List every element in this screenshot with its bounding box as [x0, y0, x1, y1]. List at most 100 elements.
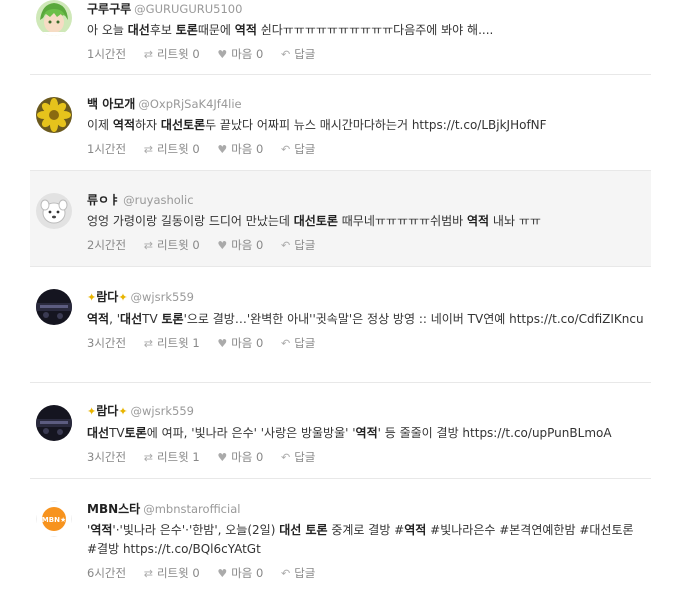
author-name[interactable]: MBN스타: [87, 502, 140, 516]
keyword-highlight: 역적: [355, 426, 378, 440]
tweet-item: 류ㅇㅑ @ruyasholic 엉엉 가령이랑 길동이랑 드디어 만났는데 대선토…: [30, 171, 651, 267]
tweet-text-segment: 아 오늘: [87, 23, 128, 37]
star-icon: ✦: [87, 291, 97, 304]
author-handle[interactable]: @ruyasholic: [123, 193, 193, 207]
star-icon: ✦: [87, 405, 97, 418]
reply-icon[interactable]: ↶: [281, 337, 290, 350]
tweet-text-segment: TV: [142, 312, 162, 326]
tweet-feed: 구루구루 @GURUGURU5100 아 오늘 대선후보 토론때문에 역적 쉰다ㅠ…: [0, 0, 680, 601]
retweet-button[interactable]: 리트윗 1: [157, 450, 200, 464]
reply-button[interactable]: 답글: [294, 336, 315, 350]
tweet-item: ✦람다✦ @wjsrk559 역적, '대선TV 토론'으로 결방…'완벽한 아내…: [30, 267, 651, 383]
heart-icon[interactable]: ♥: [217, 567, 227, 580]
reply-button[interactable]: 답글: [294, 566, 315, 580]
author-handle[interactable]: @mbnstarofficial: [143, 502, 240, 516]
white-dog-avatar[interactable]: [36, 193, 72, 229]
dark-stage-avatar[interactable]: [36, 289, 72, 325]
timestamp[interactable]: 2시간전: [87, 238, 126, 252]
retweet-button[interactable]: 리트윗 0: [157, 238, 200, 252]
tweet-actions: 1시간전 ⇄ 리트윗 0 ♥ 마음 0 ↶ 답글: [87, 46, 645, 62]
retweet-icon[interactable]: ⇄: [144, 337, 153, 350]
heart-icon[interactable]: ♥: [217, 337, 227, 350]
timestamp[interactable]: 6시간전: [87, 566, 126, 580]
retweet-icon[interactable]: ⇄: [144, 48, 153, 61]
keyword-highlight: 대선토론: [293, 214, 338, 228]
reply-icon[interactable]: ↶: [281, 451, 290, 464]
keyword-highlight: 대선토론: [160, 118, 206, 132]
keyword-highlight: 역적: [404, 523, 427, 537]
like-button[interactable]: 마음 0: [231, 238, 263, 252]
timestamp[interactable]: 3시간전: [87, 450, 126, 464]
tweet-text: 아 오늘 대선후보 토론때문에 역적 쉰다ㅠㅠㅠㅠㅠㅠㅠㅠㅠㅠ다음주에 봐야 해…: [87, 21, 645, 40]
author-handle[interactable]: @GURUGURU5100: [134, 2, 242, 16]
tweet-actions: 2시간전 ⇄ 리트윗 0 ♥ 마음 0 ↶ 답글: [87, 237, 645, 253]
tweet-text: 엉엉 가령이랑 길동이랑 드디어 만났는데 대선토론 때무네ㅠㅠㅠㅠㅠ쉬범바 역…: [87, 212, 645, 231]
tweet-text: 대선TV토론에 여파, '빛나라 은수' '사랑은 방울방울' '역적' 등 줄…: [87, 424, 645, 443]
tweet-text-segment: 내놔 ㅠㅠ: [489, 214, 541, 228]
keyword-highlight: 역적: [234, 23, 257, 37]
heart-icon[interactable]: ♥: [217, 48, 227, 61]
retweet-icon[interactable]: ⇄: [144, 239, 153, 252]
retweet-icon[interactable]: ⇄: [144, 567, 153, 580]
heart-icon[interactable]: ♥: [217, 143, 227, 156]
author-name[interactable]: 람다: [96, 404, 118, 418]
like-button[interactable]: 마음 0: [231, 142, 263, 156]
retweet-button[interactable]: 리트윗 0: [157, 566, 200, 580]
tweet-text-segment: 하자: [135, 118, 161, 132]
like-button[interactable]: 마음 0: [231, 47, 263, 61]
retweet-icon[interactable]: ⇄: [144, 451, 153, 464]
retweet-button[interactable]: 리트윗 0: [157, 142, 200, 156]
reply-button[interactable]: 답글: [294, 450, 315, 464]
tweet-text-segment: 이제: [87, 118, 113, 132]
keyword-highlight: 토론: [124, 426, 147, 440]
reply-icon[interactable]: ↶: [281, 239, 290, 252]
like-button[interactable]: 마음 0: [231, 450, 263, 464]
tweet-text-segment: 때문에: [197, 23, 235, 37]
reply-icon[interactable]: ↶: [281, 143, 290, 156]
tweet-text-segment: 엉엉 가령이랑 길동이랑 드디어 만났는데: [87, 214, 294, 228]
keyword-highlight: 토론: [161, 312, 184, 326]
tweet-text-segment: 때무네ㅠㅠㅠㅠㅠ쉬범바: [337, 214, 468, 228]
retweet-icon[interactable]: ⇄: [144, 143, 153, 156]
timestamp[interactable]: 3시간전: [87, 336, 126, 350]
author-handle[interactable]: @OxpRjSaK4Jf4lie: [138, 97, 241, 111]
tweet-item: 구루구루 @GURUGURU5100 아 오늘 대선후보 토론때문에 역적 쉰다ㅠ…: [30, 0, 651, 75]
tweet-text-segment: 에 여파, '빛나라 은수' '사랑은 방울방울' ': [146, 426, 356, 440]
timestamp[interactable]: 1시간전: [87, 47, 126, 61]
author-name[interactable]: 람다: [96, 290, 118, 304]
retweet-button[interactable]: 리트윗 0: [157, 47, 200, 61]
reply-button[interactable]: 답글: [294, 47, 315, 61]
heart-icon[interactable]: ♥: [217, 239, 227, 252]
author-handle[interactable]: @wjsrk559: [131, 404, 194, 418]
dark-stage-avatar[interactable]: [36, 405, 72, 441]
reply-button[interactable]: 답글: [294, 142, 315, 156]
keyword-highlight: 역적: [112, 118, 135, 132]
tweet-text-segment: , ': [109, 312, 121, 326]
tweet-text: '역적'·'빛나라 은수'·'한밤', 오늘(2일) 대선 토론 중계로 결방 …: [87, 521, 645, 559]
author-name[interactable]: 구루구루: [87, 2, 131, 16]
reply-icon[interactable]: ↶: [281, 567, 290, 580]
reply-button[interactable]: 답글: [294, 238, 315, 252]
tweet-actions: 3시간전 ⇄ 리트윗 1 ♥ 마음 0 ↶ 답글: [87, 449, 645, 465]
tweet-text-segment: '·'빛나라 은수'·'한밤', 오늘(2일): [112, 523, 280, 537]
like-button[interactable]: 마음 0: [231, 566, 263, 580]
keyword-highlight: 대선: [127, 23, 150, 37]
tweet-item: MBN★ MBN스타 @mbnstarofficial '역적'·'빛나라 은수'…: [30, 479, 651, 601]
timestamp[interactable]: 1시간전: [87, 142, 126, 156]
mbn-star-logo-avatar[interactable]: MBN★: [36, 501, 72, 537]
tweet-actions: 6시간전 ⇄ 리트윗 0 ♥ 마음 0 ↶ 답글: [87, 565, 645, 581]
tweet-text-segment: ' 등 줄줄이 결방 https://t.co/upPunBLmoA: [377, 426, 612, 440]
reply-icon[interactable]: ↶: [281, 48, 290, 61]
tweet-item: ✦람다✦ @wjsrk559 대선TV토론에 여파, '빛나라 은수' '사랑은 …: [30, 383, 651, 479]
tweet-text-segment: '으로 결방…'완벽한 아내''귓속말'은 정상 방영 :: 네이버 TV연예 …: [183, 312, 644, 326]
author-name[interactable]: 백 아모개: [87, 97, 135, 111]
author-name[interactable]: 류ㅇㅑ: [87, 193, 120, 207]
keyword-highlight: 토론: [175, 23, 198, 37]
tweet-actions: 3시간전 ⇄ 리트윗 1 ♥ 마음 0 ↶ 답글: [87, 335, 645, 351]
green-hair-character-avatar[interactable]: [36, 0, 72, 36]
retweet-button[interactable]: 리트윗 1: [157, 336, 200, 350]
yellow-flower-avatar[interactable]: [36, 97, 72, 133]
heart-icon[interactable]: ♥: [217, 451, 227, 464]
like-button[interactable]: 마음 0: [231, 336, 263, 350]
author-handle[interactable]: @wjsrk559: [131, 290, 194, 304]
